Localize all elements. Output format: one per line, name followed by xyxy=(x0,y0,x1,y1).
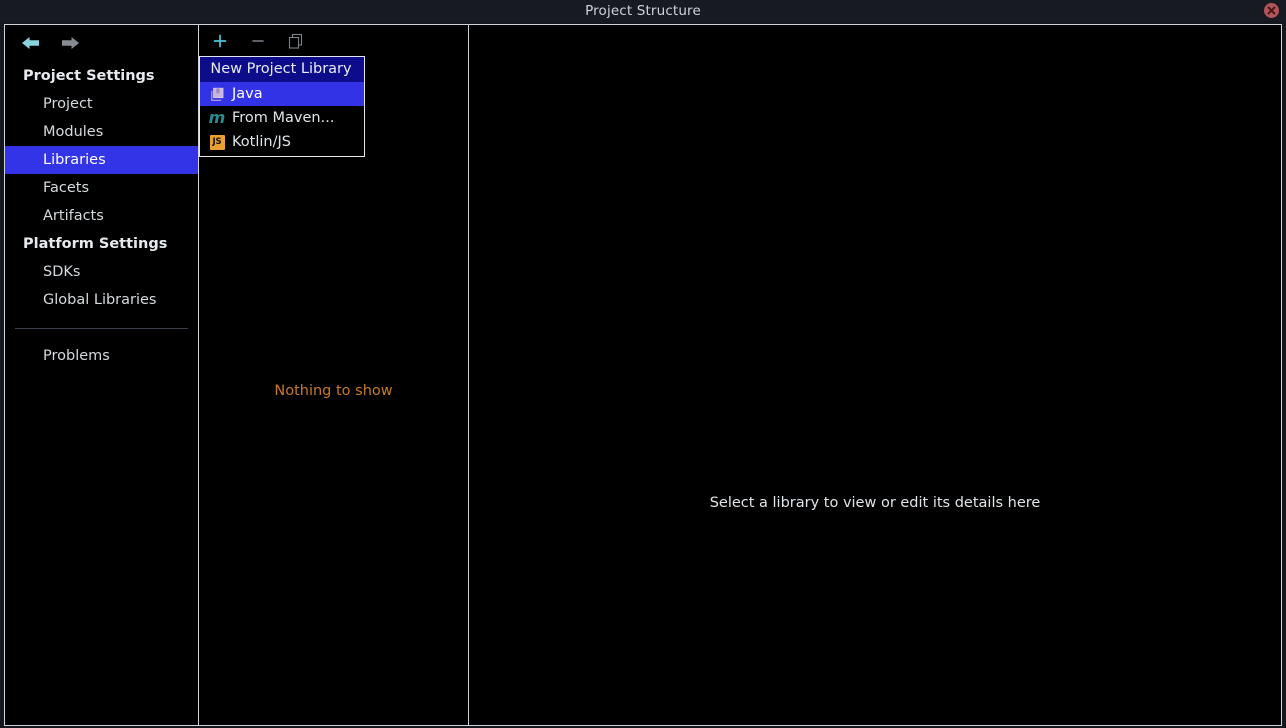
sidebar-item-sdks[interactable]: SDKs xyxy=(5,258,198,286)
kotlin-js-icon: JS xyxy=(209,134,225,150)
menu-item-kotlin-js[interactable]: JS Kotlin/JS xyxy=(200,130,364,154)
minus-icon xyxy=(252,39,264,42)
sidebar-item-artifacts[interactable]: Artifacts xyxy=(5,202,198,230)
window-body: Project Settings Project Modules Librari… xyxy=(4,24,1282,726)
window-title: Project Structure xyxy=(585,2,701,19)
maven-icon: m xyxy=(208,108,226,127)
menu-item-from-maven[interactable]: m From Maven... xyxy=(200,106,364,130)
libraries-toolbar xyxy=(199,25,468,56)
sidebar-item-project[interactable]: Project xyxy=(5,90,198,118)
sidebar-item-problems[interactable]: Problems xyxy=(5,342,198,370)
nav-group-title-platform-settings: Platform Settings xyxy=(23,236,168,252)
arrow-right-icon xyxy=(61,36,79,49)
sidebar-item-global-libraries[interactable]: Global Libraries xyxy=(5,286,198,314)
menu-item-java-label: Java xyxy=(232,86,263,102)
window-titlebar: Project Structure xyxy=(0,0,1286,21)
menu-item-from-maven-label: From Maven... xyxy=(232,110,335,126)
sidebar-item-libraries[interactable]: Libraries xyxy=(5,146,198,174)
library-detail-panel: Select a library to view or edit its det… xyxy=(469,25,1281,725)
sidebar-nav-toolbar xyxy=(5,25,198,60)
copy-library-button[interactable] xyxy=(285,30,307,52)
project-structure-window: Project Structure Project Settings Proje… xyxy=(0,0,1286,728)
settings-sidebar: Project Settings Project Modules Librari… xyxy=(5,25,199,725)
add-library-button[interactable] xyxy=(209,30,231,52)
nav-group-title-project-settings: Project Settings xyxy=(23,68,155,84)
sidebar-item-facets[interactable]: Facets xyxy=(5,174,198,202)
back-button[interactable] xyxy=(19,34,41,52)
new-project-library-menu: New Project Library Java m From Maven...… xyxy=(199,56,365,157)
menu-item-kotlin-js-label: Kotlin/JS xyxy=(232,134,291,150)
forward-button[interactable] xyxy=(59,34,81,52)
menu-item-java[interactable]: Java xyxy=(200,82,364,106)
settings-nav-list: Project Settings Project Modules Librari… xyxy=(5,60,198,370)
copy-icon xyxy=(288,33,303,49)
close-icon xyxy=(1267,6,1276,15)
plus-icon xyxy=(213,34,227,47)
new-project-library-menu-header: New Project Library xyxy=(200,57,364,82)
remove-library-button[interactable] xyxy=(247,30,269,52)
java-library-icon xyxy=(209,86,225,102)
arrow-left-icon xyxy=(21,36,39,49)
close-button[interactable] xyxy=(1264,3,1279,18)
sidebar-item-modules[interactable]: Modules xyxy=(5,118,198,146)
libraries-empty-message: Nothing to show xyxy=(274,383,393,399)
library-detail-empty-message: Select a library to view or edit its det… xyxy=(709,495,1041,511)
sidebar-separator xyxy=(15,328,188,329)
